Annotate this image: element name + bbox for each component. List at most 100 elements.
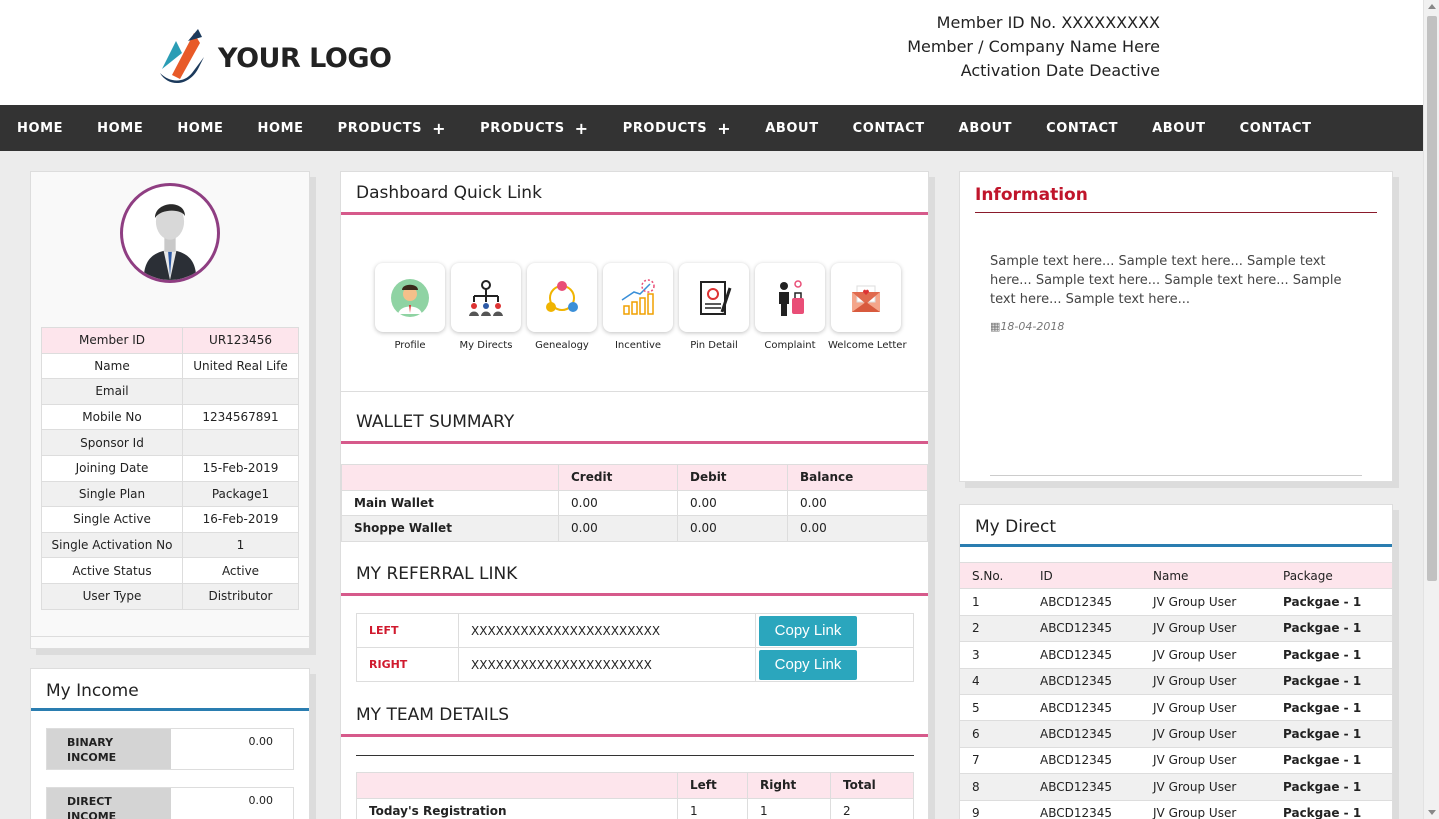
direct-cell-sno: 8: [960, 773, 1028, 801]
page: YOUR LOGO Member ID No. XXXXXXXXX Member…: [0, 0, 1423, 819]
direct-header: S.No.: [960, 561, 1028, 590]
divider: [356, 755, 914, 756]
profile-label: Member ID: [41, 327, 183, 354]
nav-item-home[interactable]: HOME: [0, 105, 80, 151]
table-row: 9 ABCD12345 JV Group User Packgae - 1: [960, 799, 1392, 819]
scrollbar-thumb[interactable]: [1427, 16, 1437, 581]
nav-item-home[interactable]: HOME: [160, 105, 240, 151]
profile-label: Sponsor Id: [41, 429, 183, 456]
wallet-cell-credit: 0.00: [558, 515, 678, 542]
my-directs-icon[interactable]: [451, 263, 521, 332]
complaint-icon[interactable]: [755, 263, 825, 332]
profile-value: Package1: [182, 480, 299, 508]
profile-value: 1234567891: [182, 403, 299, 431]
profile-panel: Member ID UR123456 Name United Real Life Ema…: [30, 171, 310, 649]
direct-cell-id: ABCD12345: [1028, 773, 1141, 801]
wallet-summary-section: WALLET SUMMARY Credit Debit Balance Main Wa…: [341, 401, 928, 542]
pin-detail-icon[interactable]: [679, 263, 749, 332]
my-direct-panel: My Direct S.No. ID Name Package 1 ABCD12345 JV…: [959, 504, 1393, 819]
direct-cell-sno: 2: [960, 614, 1028, 643]
direct-cell-package: Packgae - 1: [1271, 641, 1392, 669]
main-nav: HOME HOME HOME HOME PRODUCTS + PRODUCTS + PRODUC…: [0, 105, 1423, 151]
team-header: Total: [830, 772, 914, 799]
nav-item-home[interactable]: HOME: [80, 105, 160, 151]
avatar: [120, 183, 220, 283]
referral-link[interactable]: XXXXXXXXXXXXXXXXXXXXXXX: [459, 614, 756, 647]
vertical-scrollbar[interactable]: [1423, 0, 1439, 819]
team-header: [356, 772, 678, 799]
profile-value: UR123456: [182, 327, 299, 354]
nav-item-products[interactable]: PRODUCTS +: [463, 105, 606, 151]
team-header: Right: [747, 772, 831, 799]
direct-cell-id: ABCD12345: [1028, 746, 1141, 775]
direct-cell-sno: 9: [960, 799, 1028, 819]
nav-item-contact[interactable]: CONTACT: [1223, 105, 1329, 151]
nav-item-products[interactable]: PRODUCTS +: [321, 105, 464, 151]
plus-icon[interactable]: +: [432, 119, 446, 138]
quick-link-pin-detail[interactable]: Pin Detail: [676, 263, 752, 351]
profile-label: Single Active: [41, 506, 183, 533]
my-direct-title: My Direct: [960, 505, 1392, 547]
profile-label: Email: [41, 378, 183, 405]
quick-link-complaint[interactable]: Complaint: [752, 263, 828, 351]
income-value: 0.00: [248, 735, 274, 748]
direct-cell-name: JV Group User: [1141, 720, 1271, 748]
wallet-header: [341, 464, 559, 491]
nav-item-about[interactable]: ABOUT: [1135, 105, 1222, 151]
nav-item-contact[interactable]: CONTACT: [1029, 105, 1135, 151]
member-id-line: Member ID No. XXXXXXXXX: [936, 13, 1160, 32]
direct-cell-package: Packgae - 1: [1271, 693, 1392, 722]
profile-row: User Type Distributor: [41, 582, 299, 610]
nav-item-label: HOME: [97, 120, 144, 136]
genealogy-icon[interactable]: [527, 263, 597, 332]
profile-value: United Real Life: [182, 352, 299, 380]
nav-item-label: ABOUT: [958, 120, 1013, 136]
team-cell-right: 1: [747, 797, 831, 819]
nav-item-products[interactable]: PRODUCTS +: [606, 105, 749, 151]
scroll-down-icon[interactable]: [1428, 810, 1436, 815]
wallet-cell-debit: 0.00: [677, 489, 788, 517]
profile-label: Name: [41, 352, 183, 380]
nav-item-about[interactable]: ABOUT: [748, 105, 835, 151]
quick-link-genealogy[interactable]: Genealogy: [524, 263, 600, 351]
team-title: MY TEAM DETAILS: [341, 694, 928, 737]
logo-mark-icon: [160, 29, 204, 84]
direct-cell-id: ABCD12345: [1028, 614, 1141, 643]
income-label: DIRECT INCOME: [47, 788, 171, 819]
referral-link[interactable]: XXXXXXXXXXXXXXXXXXXXXX: [459, 648, 756, 681]
referral-section: MY REFERRAL LINK LEFT XXXXXXXXXXXXXXXXXX…: [341, 553, 928, 682]
my-direct-table: S.No. ID Name Package 1 ABCD12345 JV Group Use…: [960, 561, 1392, 819]
scroll-up-icon[interactable]: [1428, 4, 1436, 9]
direct-cell-name: JV Group User: [1141, 588, 1271, 616]
profile-value: 1: [182, 531, 299, 559]
copy-link-button[interactable]: Copy Link: [759, 615, 857, 646]
logo[interactable]: YOUR LOGO: [158, 29, 392, 87]
nav-item-contact[interactable]: CONTACT: [836, 105, 942, 151]
team-header-row: Left Right Total: [356, 772, 914, 799]
profile-value: 16-Feb-2019: [182, 506, 299, 533]
direct-cell-id: ABCD12345: [1028, 641, 1141, 669]
plus-icon[interactable]: +: [717, 119, 731, 138]
nav-item-about[interactable]: ABOUT: [942, 105, 1029, 151]
quick-link-label: Incentive: [614, 340, 662, 351]
table-row: 8 ABCD12345 JV Group User Packgae - 1: [960, 773, 1392, 801]
welcome-letter-icon[interactable]: [831, 263, 901, 332]
quick-link-incentive[interactable]: Incentive: [600, 263, 676, 351]
quick-link-label: Genealogy: [535, 340, 589, 351]
direct-cell-sno: 3: [960, 641, 1028, 669]
direct-header-row: S.No. ID Name Package: [960, 561, 1392, 590]
member-name-line: Member / Company Name Here: [907, 37, 1160, 56]
center-panel: Dashboard Quick Link Profile My Directs Ge…: [340, 171, 929, 819]
quick-link-my-directs[interactable]: My Directs: [448, 263, 524, 351]
incentive-icon[interactable]: [603, 263, 673, 332]
wallet-title: WALLET SUMMARY: [341, 401, 928, 444]
plus-icon[interactable]: +: [575, 119, 589, 138]
quick-link-profile[interactable]: Profile: [372, 263, 448, 351]
nav-item-label: CONTACT: [1239, 120, 1312, 136]
copy-link-button[interactable]: Copy Link: [759, 649, 857, 680]
nav-item-home[interactable]: HOME: [240, 105, 320, 151]
profile-icon[interactable]: [375, 263, 445, 332]
activation-line: Activation Date Deactive: [960, 61, 1160, 80]
quick-link-welcome-letter[interactable]: Welcome Letter: [828, 263, 907, 351]
team-cell-left: 1: [677, 797, 748, 819]
